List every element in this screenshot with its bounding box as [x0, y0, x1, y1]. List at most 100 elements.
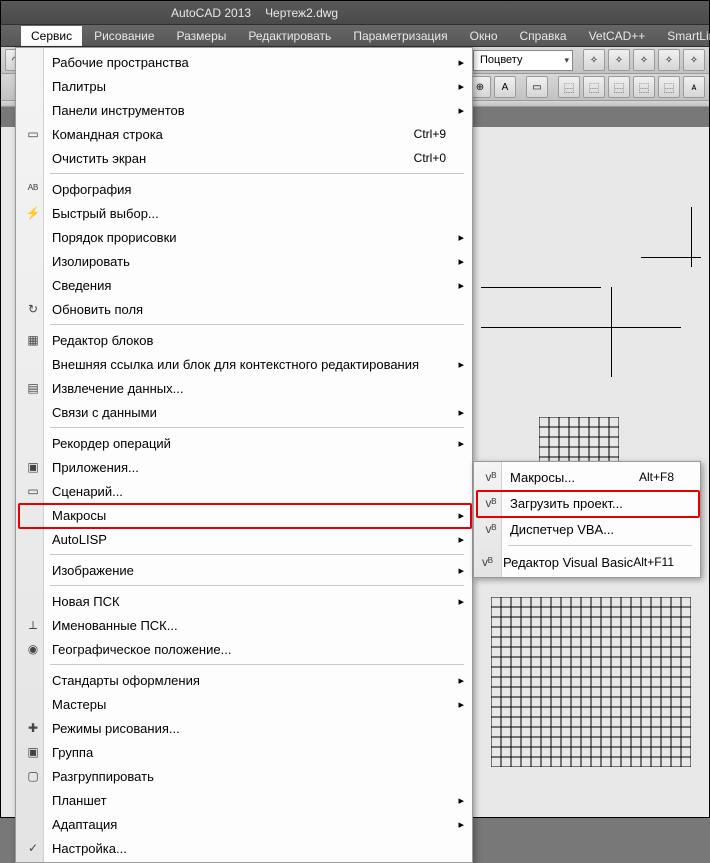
- menu-item[interactable]: ✓Настройка...: [18, 836, 470, 860]
- tool-text-icon[interactable]: A: [494, 76, 516, 98]
- combo-color[interactable]: Поцвету: [473, 50, 573, 71]
- menu-item[interactable]: Порядок прорисовки: [18, 225, 470, 249]
- menu-item-label: Режимы рисования...: [48, 721, 464, 736]
- menu-item-label: Быстрый выбор...: [48, 206, 464, 221]
- submenu-item-shortcut: Alt+F11: [633, 555, 692, 569]
- blank-icon: [18, 352, 48, 376]
- qsel-icon: ⚡: [18, 201, 48, 225]
- tool-icon[interactable]: ✧: [608, 49, 630, 71]
- menu-item[interactable]: ▭Командная строкаCtrl+9: [18, 122, 470, 146]
- menu-item[interactable]: Мастеры: [18, 692, 470, 716]
- blank-icon: [18, 98, 48, 122]
- menu-item-label: Внешняя ссылка или блок для контекстного…: [48, 357, 464, 372]
- menu-item-shortcut: Ctrl+0: [414, 151, 464, 165]
- menu-item[interactable]: Рекордер операций: [18, 431, 470, 455]
- blank-icon: [18, 249, 48, 273]
- menu-item-label: Панели инструментов: [48, 103, 464, 118]
- tool-icon[interactable]: ✧: [633, 49, 655, 71]
- menu-separator: [50, 585, 464, 586]
- menu-item[interactable]: ▭Сценарий...: [18, 479, 470, 503]
- menu-item-label: Стандарты оформления: [48, 673, 464, 688]
- menu-размеры[interactable]: Размеры: [167, 26, 237, 46]
- submenu-item-label: Загрузить проект...: [506, 496, 692, 511]
- menu-vetcad++[interactable]: VetCAD++: [579, 26, 656, 46]
- submenu-item[interactable]: ᴠᴮРедактор Visual BasicAlt+F11: [476, 549, 698, 575]
- tool-icon[interactable]: ⿱: [633, 76, 655, 98]
- tool-icon[interactable]: ⿱: [583, 76, 605, 98]
- check-icon: ✓: [18, 836, 48, 860]
- tool-icon[interactable]: ▭: [526, 76, 548, 98]
- tool-icon[interactable]: ✧: [583, 49, 605, 71]
- menu-item[interactable]: ⟂Именованные ПСК...: [18, 613, 470, 637]
- menu-item-label: Географическое положение...: [48, 642, 464, 657]
- menu-item[interactable]: Изображение: [18, 558, 470, 582]
- vba-icon: ᴠᴮ: [476, 464, 506, 490]
- tool-icon[interactable]: ✧: [658, 49, 680, 71]
- menu-item-label: Рекордер операций: [48, 436, 464, 451]
- cmd-icon: ▭: [18, 122, 48, 146]
- menu-item[interactable]: ▦Редактор блоков: [18, 328, 470, 352]
- menu-item[interactable]: Сведения: [18, 273, 470, 297]
- apps-icon: ▣: [18, 455, 48, 479]
- menu-item[interactable]: ↻Обновить поля: [18, 297, 470, 321]
- submenu-item[interactable]: ᴠᴮДиспетчер VBA...: [476, 516, 698, 542]
- menu-item[interactable]: Панели инструментов: [18, 98, 470, 122]
- tool-icon[interactable]: ⿱: [558, 76, 580, 98]
- blank-icon: [18, 225, 48, 249]
- ugrp-icon: ▢: [18, 764, 48, 788]
- submenu-macros: ᴠᴮМакросы...Alt+F8ᴠᴮЗагрузить проект...ᴠ…: [473, 461, 701, 578]
- menu-item[interactable]: ⚡Быстрый выбор...: [18, 201, 470, 225]
- menu-item-label: AutoLISP: [48, 532, 464, 547]
- tool-icon[interactable]: ✧: [683, 49, 705, 71]
- menu-item[interactable]: Палитры: [18, 74, 470, 98]
- tool-icon[interactable]: ⿱: [608, 76, 630, 98]
- menu-item[interactable]: ▣Приложения...: [18, 455, 470, 479]
- vba-icon: ᴠᴮ: [476, 549, 499, 575]
- submenu-item[interactable]: ᴠᴮЗагрузить проект...: [476, 490, 698, 516]
- menu-параметризация[interactable]: Параметризация: [343, 26, 457, 46]
- menu-item[interactable]: Связи с данными: [18, 400, 470, 424]
- menu-item[interactable]: AutoLISP: [18, 527, 470, 551]
- menu-item[interactable]: Макросы: [18, 503, 470, 527]
- tool-icon[interactable]: ⿱: [658, 76, 680, 98]
- menu-item[interactable]: Внешняя ссылка или блок для контекстного…: [18, 352, 470, 376]
- menu-item[interactable]: ◉Географическое положение...: [18, 637, 470, 661]
- menu-item[interactable]: Изолировать: [18, 249, 470, 273]
- dmode-icon: ✚: [18, 716, 48, 740]
- menu-item[interactable]: ▢Разгруппировать: [18, 764, 470, 788]
- grp-icon: ▣: [18, 740, 48, 764]
- menu-item[interactable]: Очистить экранCtrl+0: [18, 146, 470, 170]
- document-name: Чертеж2.dwg: [265, 6, 338, 20]
- blank-icon: [18, 558, 48, 582]
- menu-сервис[interactable]: Сервис: [21, 26, 82, 46]
- menu-item[interactable]: Адаптация: [18, 812, 470, 836]
- menu-редактировать[interactable]: Редактировать: [238, 26, 341, 46]
- menu-item[interactable]: Стандарты оформления: [18, 668, 470, 692]
- title-bar: AutoCAD 2013 Чертеж2.dwg: [1, 1, 709, 25]
- menu-рисование[interactable]: Рисование: [84, 26, 164, 46]
- menu-item[interactable]: ✚Режимы рисования...: [18, 716, 470, 740]
- tool-icon[interactable]: ᴀ: [683, 76, 705, 98]
- blank-icon: [18, 503, 48, 527]
- ucs-icon: ⟂: [18, 613, 48, 637]
- menu-item[interactable]: ▤Извлечение данных...: [18, 376, 470, 400]
- menu-item-label: Изолировать: [48, 254, 464, 269]
- menu-item[interactable]: Планшет: [18, 788, 470, 812]
- menu-item-label: Сценарий...: [48, 484, 464, 499]
- menu-item[interactable]: Рабочие пространства: [18, 50, 470, 74]
- submenu-item-label: Редактор Visual Basic: [499, 555, 633, 570]
- menu-справка[interactable]: Справка: [510, 26, 577, 46]
- menu-service-dropdown: Рабочие пространстваПалитры Панели инстру…: [15, 47, 473, 863]
- blank-icon: [18, 668, 48, 692]
- menu-smartline[interactable]: SmartLine: [657, 26, 710, 46]
- menu-item[interactable]: ▣Группа: [18, 740, 470, 764]
- menu-separator: [50, 324, 464, 325]
- menu-item[interactable]: ᴬᴮОрфография: [18, 177, 470, 201]
- upd-icon: ↻: [18, 297, 48, 321]
- menu-separator: [50, 554, 464, 555]
- menu-bar: СервисРисованиеРазмерыРедактироватьПарам…: [1, 25, 709, 47]
- menu-окно[interactable]: Окно: [460, 26, 508, 46]
- submenu-item[interactable]: ᴠᴮМакросы...Alt+F8: [476, 464, 698, 490]
- menu-item-label: Приложения...: [48, 460, 464, 475]
- menu-item[interactable]: Новая ПСК: [18, 589, 470, 613]
